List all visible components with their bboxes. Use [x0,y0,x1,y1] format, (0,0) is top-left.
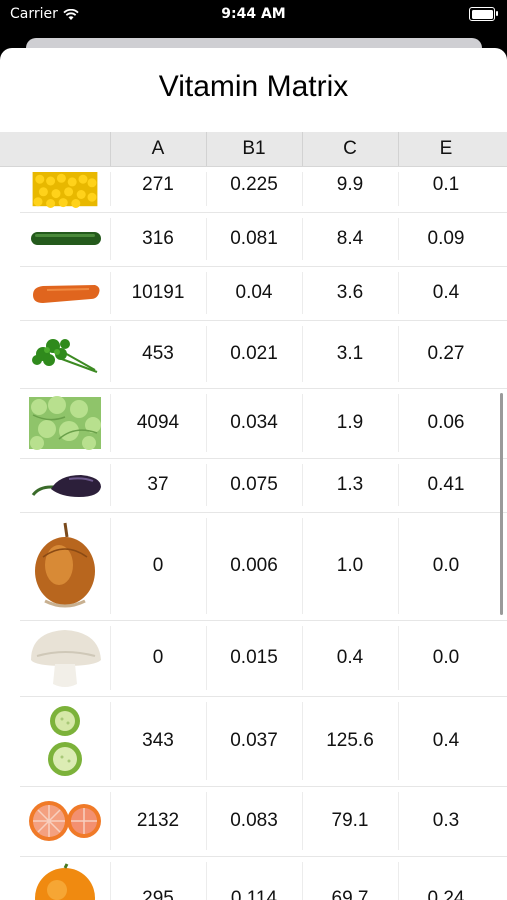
modal-sheet[interactable]: Vitamin Matrix A B1 C E 271 0.225 9.9 0.… [0,48,507,900]
vitamin-a-value: 0 [152,647,164,668]
vitamin-b1-value: 0.037 [230,730,278,751]
table-row[interactable]: 4094 0.034 1.9 0.06 [20,388,507,459]
carrot-icon [20,266,110,320]
table-row[interactable]: 10191 0.04 3.6 0.4 [20,266,507,321]
vitamin-b1-value: 0.04 [235,282,273,303]
orange-icon [20,856,110,900]
lettuce-icon [20,388,110,458]
vitamin-b1-value: 0.083 [230,810,278,831]
mushroom-icon [20,620,110,696]
vitamin-e-value: 0.06 [427,412,465,433]
page-title: Vitamin Matrix [158,70,349,103]
vitamin-c-value: 1.0 [336,555,364,576]
vitamin-a-value: 10191 [131,282,185,303]
vitamin-a-value: 453 [142,343,174,364]
vitamin-e-value: 0.4 [432,730,460,751]
table-row[interactable]: 2132 0.083 79.1 0.3 [20,786,507,857]
table-row[interactable]: 295 0.114 69.7 0.24 [20,856,507,900]
parsley-icon [20,320,110,388]
column-header-c: C [343,138,357,159]
table-row[interactable]: 0 0.006 1.0 0.0 [20,512,507,621]
vitamin-e-value: 0.27 [427,343,465,364]
vitamin-a-value: 4094 [136,412,180,433]
vitamin-a-value: 295 [142,888,174,900]
vitamin-c-value: 125.6 [326,730,374,751]
vitamin-c-value: 3.1 [336,343,364,364]
vitamin-b1-value: 0.021 [230,343,278,364]
vitamin-b1-value: 0.075 [230,474,278,495]
vitamin-b1-value: 0.114 [230,888,278,900]
vitamin-e-value: 0.09 [427,228,465,249]
table-row[interactable]: 0 0.015 0.4 0.0 [20,620,507,697]
vitamin-a-value: 37 [147,474,169,495]
vitamin-a-value: 343 [142,730,174,751]
column-header-b1: B1 [242,138,266,159]
vitamin-c-value: 8.4 [336,228,364,249]
vitamin-c-value: 69.7 [331,888,369,900]
column-header-a: A [151,138,165,159]
table-row[interactable]: 37 0.075 1.3 0.41 [20,458,507,513]
grapefruit-icon [20,786,110,856]
vitamin-b1-value: 0.015 [230,647,278,668]
onion-icon [20,512,110,620]
clock-label: 9:44 AM [221,6,286,22]
table-row[interactable]: 316 0.081 8.4 0.09 [20,212,507,267]
column-header-row: A B1 C E [0,132,507,167]
table-row[interactable]: 453 0.021 3.1 0.27 [20,320,507,389]
vitamin-c-value: 1.3 [336,474,364,495]
status-bar: Carrier 9:44 AM [0,0,507,30]
vitamin-e-value: 0.0 [432,555,460,576]
vertical-scrollbar[interactable] [500,393,503,615]
vitamin-e-value: 0.41 [427,474,465,495]
vitamin-c-value: 3.6 [336,282,364,303]
vitamin-table[interactable]: 271 0.225 9.9 0.1 316 0.081 8.4 0.09 101… [20,132,507,900]
column-header-e: E [439,138,453,159]
vitamin-b1-value: 0.081 [230,228,278,249]
guava-icon [20,696,110,786]
vitamin-e-value: 0.3 [432,810,460,831]
eggplant-icon [20,458,110,512]
battery-icon [469,7,498,21]
vitamin-a-value: 316 [142,228,174,249]
vitamin-a-value: 0 [152,555,164,576]
vitamin-e-value: 0.0 [432,647,460,668]
vitamin-b1-value: 0.034 [230,412,278,433]
vitamin-e-value: 0.4 [432,282,460,303]
vitamin-c-value: 79.1 [331,810,369,831]
table-row[interactable]: 343 0.037 125.6 0.4 [20,696,507,787]
vitamin-c-value: 0.4 [336,647,364,668]
cucumber-icon [20,212,110,266]
vitamin-b1-value: 0.006 [230,555,278,576]
vitamin-c-value: 1.9 [336,412,364,433]
vitamin-a-value: 2132 [136,810,180,831]
vitamin-e-value: 0.24 [427,888,465,900]
